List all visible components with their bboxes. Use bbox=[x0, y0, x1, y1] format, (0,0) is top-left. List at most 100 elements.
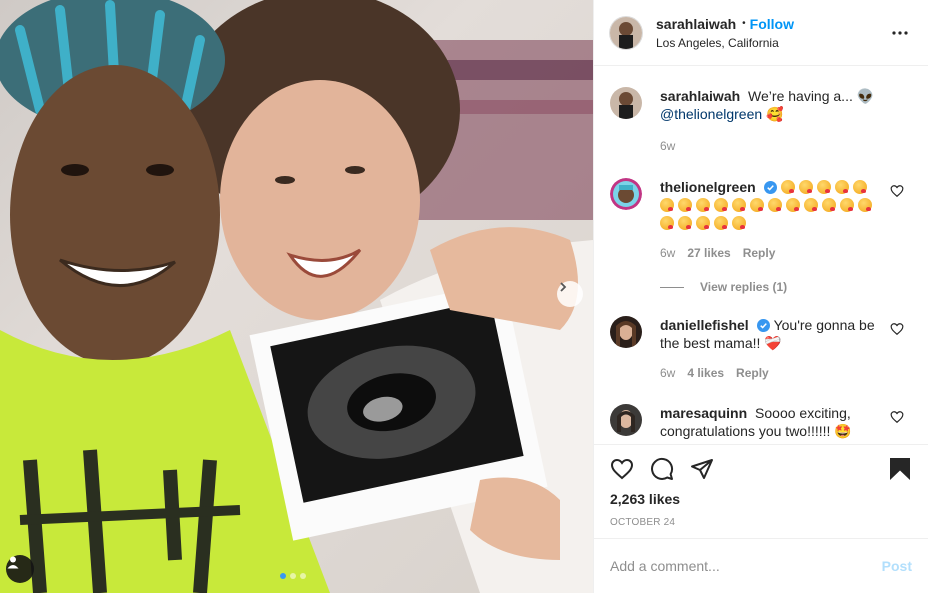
kiss-emoji-icon bbox=[804, 198, 818, 212]
header-text: sarahlaiwah • Follow Los Angeles, Califo… bbox=[656, 16, 794, 50]
carousel-dot bbox=[300, 573, 306, 579]
user-icon bbox=[7, 556, 19, 569]
comment-input[interactable] bbox=[610, 558, 882, 574]
verified-badge-icon bbox=[763, 181, 777, 194]
tagged-users-button[interactable] bbox=[6, 555, 34, 583]
share-icon bbox=[691, 459, 713, 479]
timestamp[interactable]: 6w bbox=[660, 244, 675, 262]
add-comment-bar: Post bbox=[594, 538, 928, 593]
comment-meta: 6w 27 likes Reply bbox=[660, 244, 888, 262]
avatar[interactable] bbox=[610, 316, 642, 348]
reply-button[interactable]: Reply bbox=[743, 244, 776, 262]
comment-meta: 6w 4 likes Reply bbox=[660, 364, 888, 382]
header-line: sarahlaiwah • Follow bbox=[656, 16, 794, 32]
timestamp[interactable]: 6w bbox=[660, 137, 675, 155]
reply-button[interactable]: Reply bbox=[736, 364, 769, 382]
kiss-emoji-icon bbox=[660, 216, 674, 230]
avatar-image bbox=[610, 316, 642, 348]
location-link[interactable]: Los Angeles, California bbox=[656, 36, 794, 50]
replies-divider bbox=[660, 286, 684, 288]
caption-text-line: sarahlaiwah We’re having a... 👽 @thelion… bbox=[660, 87, 888, 123]
likes-count[interactable]: 2,263 likes bbox=[610, 491, 912, 507]
avatar[interactable] bbox=[610, 404, 642, 436]
comment-button[interactable] bbox=[642, 449, 682, 489]
kiss-emoji-icon bbox=[750, 198, 764, 212]
like-button[interactable] bbox=[602, 449, 642, 489]
comment-body: thelionelgreen 6w 27 likes Reply bbox=[660, 178, 912, 262]
chevron-right-icon bbox=[560, 282, 567, 292]
kiss-emoji-icon bbox=[798, 180, 813, 194]
carousel-indicator bbox=[280, 573, 306, 579]
kiss-emoji-icon bbox=[696, 198, 710, 212]
avatar[interactable] bbox=[610, 178, 642, 210]
mention-link[interactable]: @thelionelgreen bbox=[660, 106, 762, 122]
post-date[interactable]: October 24 bbox=[610, 517, 912, 528]
kiss-emoji-icon bbox=[840, 198, 854, 212]
caption-emoji: 🥰 bbox=[766, 106, 784, 122]
next-photo-button[interactable] bbox=[557, 281, 583, 307]
post-actions: 2,263 likes October 24 bbox=[594, 444, 928, 528]
more-horizontal-icon bbox=[892, 31, 908, 35]
post-comment-button[interactable]: Post bbox=[882, 558, 912, 574]
kiss-emoji-icon bbox=[852, 180, 867, 194]
avatar[interactable] bbox=[610, 16, 642, 49]
kiss-emoji-icon bbox=[714, 198, 728, 212]
action-icons bbox=[602, 445, 912, 493]
comment-item: daniellefishel You're gonna be the best … bbox=[610, 316, 912, 382]
share-button[interactable] bbox=[682, 449, 722, 489]
kiss-emoji-icon bbox=[816, 180, 831, 194]
kiss-emoji-icon bbox=[834, 180, 849, 194]
comments-list[interactable]: sarahlaiwah We’re having a... 👽 @thelion… bbox=[594, 67, 928, 444]
avatar-image bbox=[610, 16, 642, 49]
carousel-dot bbox=[290, 573, 296, 579]
carousel-dot bbox=[280, 573, 286, 579]
comment-body: maresaquinn Soooo exciting, congratulati… bbox=[660, 404, 912, 440]
separator-dot: • bbox=[742, 18, 746, 29]
kiss-emoji-icon bbox=[732, 198, 746, 212]
caption-body: sarahlaiwah We’re having a... 👽 @thelion… bbox=[660, 87, 912, 155]
username-link[interactable]: daniellefishel bbox=[660, 317, 749, 333]
kiss-emoji-icon bbox=[696, 216, 710, 230]
kiss-emoji-icon bbox=[780, 180, 795, 194]
heart-icon bbox=[610, 458, 634, 480]
comment-text-line: daniellefishel You're gonna be the best … bbox=[660, 316, 888, 352]
username-link[interactable]: sarahlaiwah bbox=[656, 16, 736, 32]
timestamp[interactable]: 6w bbox=[660, 364, 675, 382]
avatar-image bbox=[610, 178, 642, 210]
likes-count[interactable]: 4 likes bbox=[687, 364, 724, 382]
username-link[interactable]: thelionelgreen bbox=[660, 179, 756, 195]
kiss-emoji-icon bbox=[678, 216, 692, 230]
post-photo[interactable] bbox=[0, 0, 593, 593]
comment-item: maresaquinn Soooo exciting, congratulati… bbox=[610, 404, 912, 440]
caption-text: We’re having a... 👽 bbox=[748, 88, 875, 104]
comment-item: thelionelgreen 6w 27 likes Reply bbox=[610, 178, 912, 262]
comment-icon bbox=[651, 457, 674, 480]
photo-illustration bbox=[0, 0, 593, 593]
more-options-button[interactable] bbox=[888, 21, 912, 45]
kiss-emoji-icon bbox=[786, 198, 800, 212]
avatar-image bbox=[610, 87, 642, 119]
comment-text-line: maresaquinn Soooo exciting, congratulati… bbox=[660, 404, 888, 440]
avatar[interactable] bbox=[610, 87, 642, 119]
kiss-emoji-icon bbox=[768, 198, 782, 212]
like-comment-heart-icon[interactable] bbox=[890, 322, 904, 336]
kiss-emoji-icon bbox=[714, 216, 728, 230]
username-link[interactable]: sarahlaiwah bbox=[660, 88, 740, 104]
like-comment-heart-icon[interactable] bbox=[890, 410, 904, 424]
kiss-emoji-icon bbox=[732, 216, 746, 230]
likes-count[interactable]: 27 likes bbox=[687, 244, 730, 262]
comment-body: daniellefishel You're gonna be the best … bbox=[660, 316, 912, 382]
follow-button[interactable]: Follow bbox=[750, 16, 794, 32]
view-replies-button[interactable]: View replies (1) bbox=[660, 280, 912, 294]
kiss-emoji-icon bbox=[822, 198, 836, 212]
username-link[interactable]: maresaquinn bbox=[660, 405, 747, 421]
save-button[interactable] bbox=[880, 449, 920, 489]
caption: sarahlaiwah We’re having a... 👽 @thelion… bbox=[610, 87, 912, 155]
like-comment-heart-icon[interactable] bbox=[890, 184, 904, 198]
post-header: sarahlaiwah • Follow Los Angeles, Califo… bbox=[594, 0, 928, 66]
bookmark-filled-icon bbox=[890, 458, 910, 480]
avatar-image bbox=[610, 404, 642, 436]
verified-badge-icon bbox=[756, 319, 770, 332]
caption-meta: 6w bbox=[660, 137, 888, 155]
post-side-panel: sarahlaiwah • Follow Los Angeles, Califo… bbox=[593, 0, 928, 593]
